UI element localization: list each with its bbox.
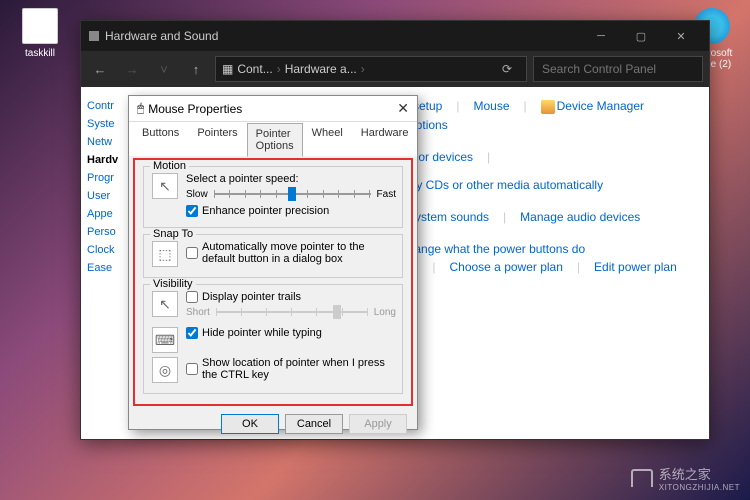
mouse-properties-dialog: 🖱 Mouse Properties ✕ Buttons Pointers Poi… xyxy=(128,95,418,430)
device-manager-icon xyxy=(541,100,555,114)
group-snap-to: Snap To ⬚ Automatically move pointer to … xyxy=(143,234,403,278)
link-power-buttons[interactable]: Change what the power buttons do xyxy=(399,242,699,256)
sidebar-item[interactable]: User xyxy=(85,187,125,205)
link-mouse[interactable]: Mouse xyxy=(473,99,509,114)
short-label: Short xyxy=(186,307,210,318)
pointer-speed-icon: ↖ xyxy=(152,173,178,199)
link-audio-devices[interactable]: Manage audio devices xyxy=(520,210,640,224)
tab-hardware[interactable]: Hardware xyxy=(352,122,418,156)
slow-label: Slow xyxy=(186,189,208,200)
app-icon: ▦ xyxy=(222,62,233,76)
hide-typing-icon: ⌨ xyxy=(152,327,178,353)
dialog-title: Mouse Properties xyxy=(148,102,242,116)
cancel-button[interactable]: Cancel xyxy=(285,414,343,434)
watermark-url: XITONGZHIJIA.NET xyxy=(659,483,740,492)
sidebar-item[interactable]: Clock xyxy=(85,241,125,259)
group-title: Snap To xyxy=(150,228,196,240)
tab-panel: Motion ↖ Select a pointer speed: Slow Fa… xyxy=(133,158,413,406)
trail-length-slider xyxy=(216,305,368,319)
sidebar-item-hardware[interactable]: Hardv xyxy=(85,151,125,169)
file-icon xyxy=(22,8,58,44)
sidebar: Contr Syste Netw Hardv Progr User Appe P… xyxy=(81,87,129,439)
desktop-icon-label: taskkill xyxy=(10,48,70,59)
pointer-trails-checkbox[interactable]: Display pointer trails xyxy=(186,291,396,303)
close-button[interactable]: ✕ xyxy=(661,21,701,51)
tab-buttons[interactable]: Buttons xyxy=(133,122,188,156)
sidebar-item[interactable]: Syste xyxy=(85,115,125,133)
dialog-buttons: OK Cancel Apply xyxy=(129,408,417,440)
maximize-button[interactable]: ▢ xyxy=(621,21,661,51)
snap-to-checkbox[interactable]: Automatically move pointer to the defaul… xyxy=(186,241,396,265)
group-motion: Motion ↖ Select a pointer speed: Slow Fa… xyxy=(143,166,403,228)
link-play-cds[interactable]: Play CDs or other media automatically xyxy=(399,178,603,192)
close-button[interactable]: ✕ xyxy=(397,100,409,117)
ctrl-locate-icon: ◎ xyxy=(152,357,178,383)
sidebar-item[interactable]: Ease xyxy=(85,259,125,277)
snap-to-icon: ⬚ xyxy=(152,241,178,267)
pointer-trails-icon: ↖ xyxy=(152,291,178,317)
tab-strip: Buttons Pointers Pointer Options Wheel H… xyxy=(129,122,417,156)
sidebar-item[interactable]: Netw xyxy=(85,133,125,151)
watermark-logo-icon xyxy=(631,469,653,487)
sidebar-item[interactable]: Contr xyxy=(85,97,125,115)
sidebar-item[interactable]: Progr xyxy=(85,169,125,187)
forward-button[interactable]: → xyxy=(119,56,145,82)
apply-button[interactable]: Apply xyxy=(349,414,407,434)
mouse-icon: 🖱 xyxy=(137,101,144,116)
group-title: Visibility xyxy=(150,278,196,290)
app-icon xyxy=(89,31,99,41)
link-choose-plan[interactable]: Choose a power plan xyxy=(449,260,562,274)
recent-button[interactable]: ˅ xyxy=(151,56,177,82)
pointer-speed-slider[interactable] xyxy=(214,187,371,201)
chevron-right-icon: › xyxy=(277,62,281,76)
group-title: Motion xyxy=(150,160,189,172)
nav-toolbar: ← → ˅ ↑ ▦ Cont... › Hardware a... › ⟳ xyxy=(81,51,709,87)
tab-wheel[interactable]: Wheel xyxy=(303,122,352,156)
pointer-speed-label: Select a pointer speed: xyxy=(186,173,396,185)
minimize-button[interactable]: ─ xyxy=(581,21,621,51)
up-button[interactable]: ↑ xyxy=(183,56,209,82)
fast-label: Fast xyxy=(377,189,396,200)
ctrl-locate-checkbox[interactable]: Show location of pointer when I press th… xyxy=(186,357,396,381)
link-device-manager[interactable]: Device Manager xyxy=(557,99,644,113)
tab-pointers[interactable]: Pointers xyxy=(188,122,246,156)
breadcrumb[interactable]: Hardware a... xyxy=(285,62,357,76)
chevron-right-icon: › xyxy=(361,62,365,76)
window-title: Hardware and Sound xyxy=(105,29,218,43)
link-edit-plan[interactable]: Edit power plan xyxy=(594,260,677,274)
group-visibility: Visibility ↖ Display pointer trails Shor… xyxy=(143,284,403,394)
titlebar[interactable]: Hardware and Sound ─ ▢ ✕ xyxy=(81,21,709,51)
breadcrumb[interactable]: Cont... xyxy=(237,62,272,76)
dialog-titlebar[interactable]: 🖱 Mouse Properties ✕ xyxy=(129,96,417,122)
ok-button[interactable]: OK xyxy=(221,414,279,434)
tab-pointer-options[interactable]: Pointer Options xyxy=(247,123,303,157)
watermark: 系统之家 XITONGZHIJIA.NET xyxy=(631,464,740,492)
hide-typing-checkbox[interactable]: Hide pointer while typing xyxy=(186,327,396,339)
sidebar-item[interactable]: Perso xyxy=(85,223,125,241)
back-button[interactable]: ← xyxy=(87,56,113,82)
desktop-icon-taskkill[interactable]: taskkill xyxy=(10,8,70,59)
address-bar[interactable]: ▦ Cont... › Hardware a... › ⟳ xyxy=(215,56,527,82)
search-input[interactable] xyxy=(533,56,703,82)
enhance-precision-checkbox[interactable]: Enhance pointer precision xyxy=(186,205,396,217)
refresh-button[interactable]: ⟳ xyxy=(494,62,520,76)
sidebar-item[interactable]: Appe xyxy=(85,205,125,223)
watermark-text: 系统之家 xyxy=(659,464,740,483)
long-label: Long xyxy=(374,307,396,318)
